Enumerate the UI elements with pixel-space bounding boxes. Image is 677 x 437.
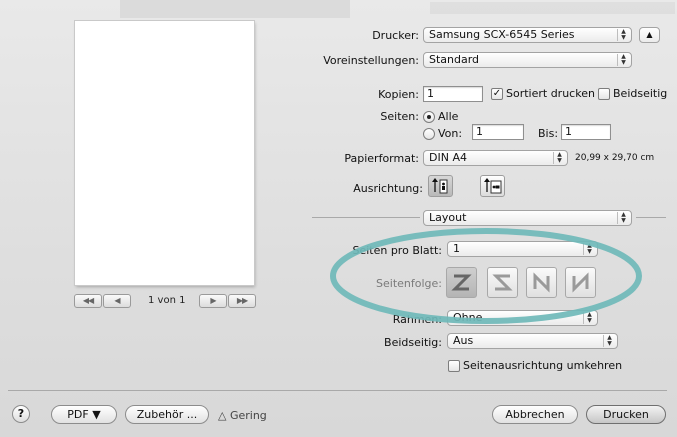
- order-s-button[interactable]: [487, 267, 518, 298]
- warning-triangle-icon: △: [218, 409, 227, 422]
- paper-size-value: DIN A4: [429, 151, 467, 164]
- order-reverse-n-icon: [572, 272, 589, 293]
- cancel-button[interactable]: Abbrechen: [492, 405, 578, 424]
- supply-status: △ Gering: [218, 409, 267, 422]
- reverse-orientation-label: Seitenausrichtung umkehren: [463, 359, 623, 372]
- expand-dialog-button[interactable]: ▲: [639, 27, 660, 43]
- collate-label: Sortiert drucken: [506, 87, 595, 100]
- stepper-arrows-icon: ▲ ▼: [553, 152, 565, 164]
- help-icon: ?: [17, 407, 25, 420]
- copies-input[interactable]: 1: [423, 86, 483, 102]
- reverse-orientation-checkbox[interactable]: [448, 360, 460, 372]
- stepper-arrows-icon: ▲ ▼: [617, 29, 629, 41]
- checkmark-icon: ✓: [492, 88, 502, 99]
- presets-label: Voreinstellungen:: [323, 54, 419, 67]
- next-page-button[interactable]: ▶: [199, 294, 227, 308]
- last-page-icon: ▶▶: [236, 296, 248, 305]
- page-order-label: Seitenfolge:: [376, 277, 442, 290]
- collate-checkbox[interactable]: ✓: [491, 88, 503, 100]
- landscape-button[interactable]: [480, 175, 505, 197]
- pages-from-radio[interactable]: [423, 128, 435, 140]
- supply-status-label: Gering: [229, 409, 267, 422]
- stepper-arrows-icon: ▲ ▼: [583, 243, 595, 255]
- copies-label: Kopien:: [378, 88, 419, 101]
- two-sided-label: Beidseitig:: [384, 336, 442, 349]
- order-reverse-n-button[interactable]: [565, 267, 596, 298]
- last-page-button[interactable]: ▶▶: [228, 294, 256, 308]
- order-reverse-z-icon: [492, 274, 513, 291]
- bottom-separator: [8, 390, 667, 391]
- portrait-icon: [432, 178, 448, 194]
- supplies-button[interactable]: Zubehör ...: [125, 405, 209, 424]
- page-counter: 1 von 1: [148, 295, 186, 306]
- orientation-label: Ausrichtung:: [353, 182, 423, 195]
- previous-page-icon: ◀: [114, 296, 120, 305]
- stepper-arrows-icon: ▲ ▼: [603, 335, 615, 347]
- pages-from-label: Von:: [438, 127, 463, 140]
- duplex-checkbox[interactable]: [598, 88, 610, 100]
- portrait-button[interactable]: [428, 175, 453, 197]
- pages-per-sheet-value: 1: [453, 242, 460, 255]
- help-button[interactable]: ?: [12, 405, 30, 423]
- stepper-arrows-icon: ▲ ▼: [617, 54, 629, 66]
- print-dialog: ◀◀ ◀ 1 von 1 ▶ ▶▶ Drucker: Samsung SCX-6…: [0, 0, 677, 437]
- pages-to-input[interactable]: 1: [561, 124, 611, 140]
- duplex-label: Beidseitig: [613, 87, 668, 100]
- pages-from-input[interactable]: 1: [472, 124, 524, 140]
- background-ruler-ghost: [430, 2, 675, 14]
- paper-size-label: Papierformat:: [344, 152, 419, 165]
- presets-value: Standard: [429, 53, 480, 66]
- previous-page-button[interactable]: ◀: [103, 294, 131, 308]
- pdf-menu-button[interactable]: PDF ▼: [51, 405, 117, 424]
- order-n-icon: [533, 272, 550, 293]
- stepper-arrows-icon: ▲ ▼: [617, 212, 629, 224]
- pages-per-sheet-select[interactable]: 1 ▲ ▼: [447, 241, 598, 257]
- presets-select[interactable]: Standard ▲ ▼: [423, 52, 632, 68]
- order-z-icon: [451, 274, 472, 291]
- background-toolbar-ghost: [120, 0, 350, 18]
- panel-value: Layout: [429, 211, 467, 224]
- pages-to-label: Bis:: [538, 127, 559, 140]
- two-sided-select[interactable]: Aus ▲ ▼: [447, 333, 618, 349]
- first-page-button[interactable]: ◀◀: [74, 294, 102, 308]
- collapse-triangle-icon: ▲: [646, 30, 653, 39]
- next-page-icon: ▶: [210, 296, 216, 305]
- separator-right: [636, 217, 666, 218]
- two-sided-value: Aus: [453, 334, 474, 347]
- page-preview: [75, 21, 254, 285]
- printer-select[interactable]: Samsung SCX-6545 Series ▲ ▼: [423, 27, 632, 43]
- order-z-button[interactable]: [446, 267, 477, 298]
- pages-all-label: Alle: [438, 110, 459, 123]
- pages-per-sheet-label: Seiten pro Blatt:: [352, 244, 442, 257]
- pages-label: Seiten:: [380, 110, 419, 123]
- border-value: Ohne: [453, 311, 483, 324]
- first-page-icon: ◀◀: [82, 296, 94, 305]
- border-label: Rahmen:: [392, 313, 442, 326]
- paper-size-select[interactable]: DIN A4 ▲ ▼: [423, 150, 568, 166]
- panel-select[interactable]: Layout ▲ ▼: [423, 210, 632, 226]
- stepper-arrows-icon: ▲ ▼: [583, 312, 595, 324]
- border-select[interactable]: Ohne ▲ ▼: [447, 310, 598, 326]
- printer-value: Samsung SCX-6545 Series: [429, 28, 575, 41]
- separator-left: [312, 217, 420, 218]
- order-n-button[interactable]: [526, 267, 557, 298]
- landscape-icon: [484, 178, 502, 194]
- pages-all-radio[interactable]: [423, 111, 435, 123]
- print-button[interactable]: Drucken: [586, 405, 666, 424]
- printer-label: Drucker:: [372, 29, 419, 42]
- paper-dimensions: 20,99 x 29,70 cm: [575, 153, 655, 163]
